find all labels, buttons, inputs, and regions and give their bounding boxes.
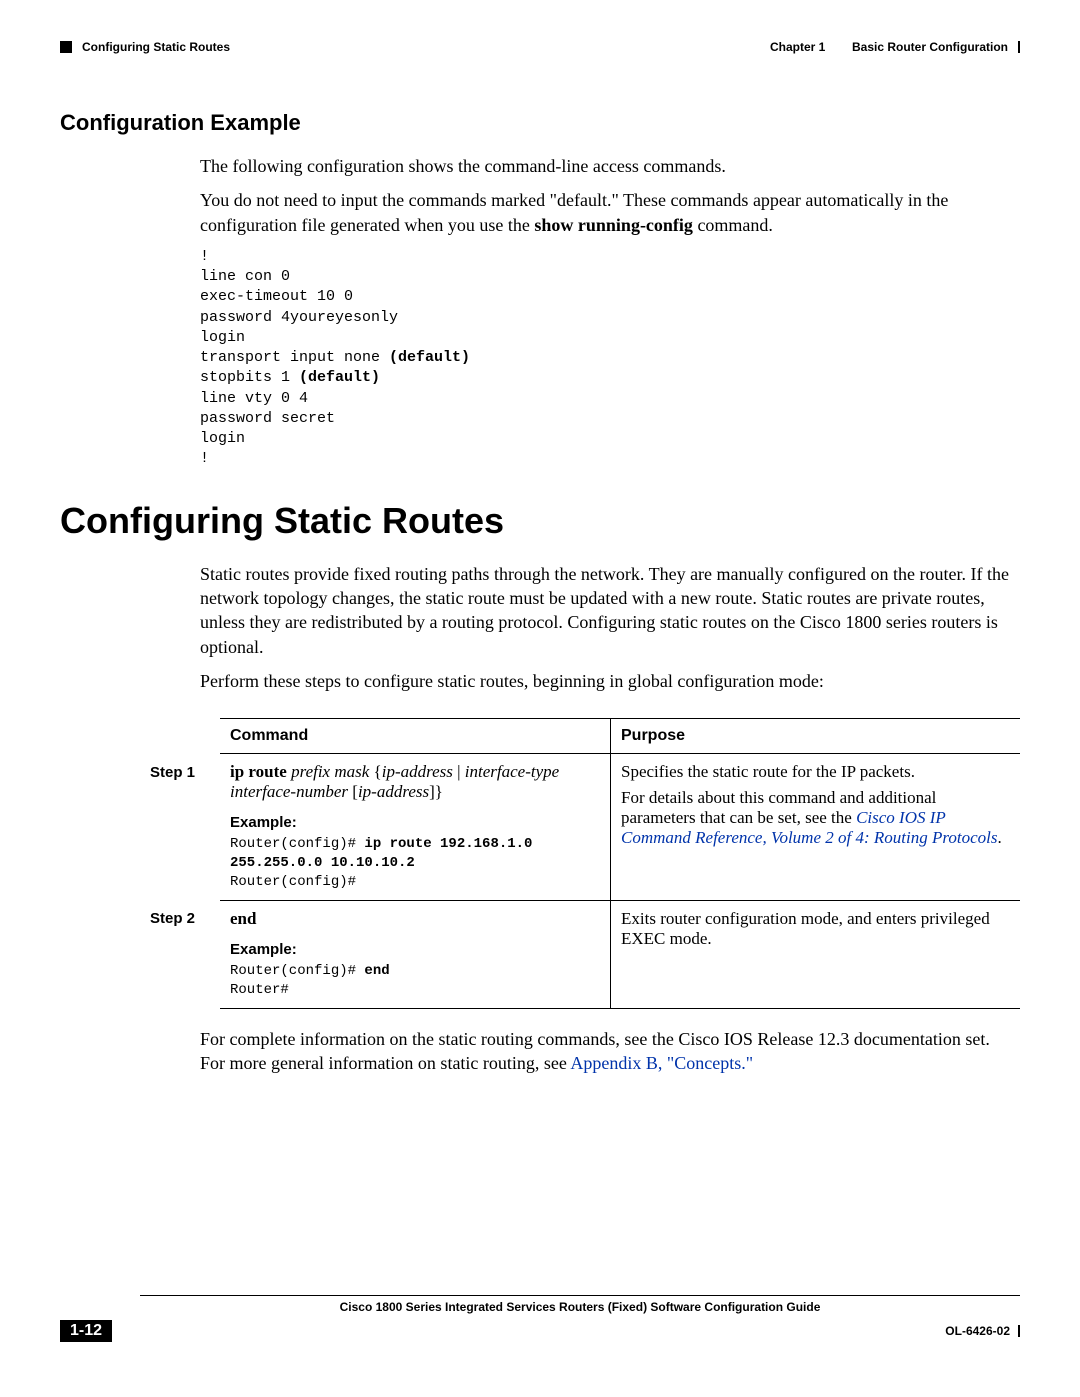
header-marker-icon <box>60 41 72 53</box>
link-appendix-b[interactable]: Appendix B, "Concepts." <box>570 1053 753 1073</box>
body-text-block: The following configuration shows the co… <box>200 154 1010 470</box>
paragraph: Perform these steps to configure static … <box>200 669 1010 693</box>
purpose-cell: Specifies the static route for the IP pa… <box>611 754 1021 901</box>
page-header: Configuring Static Routes Chapter 1 Basi… <box>60 40 1020 60</box>
steps-table: Command Purpose Step 1 ip route prefix m… <box>140 718 1020 1008</box>
section-heading-config-example: Configuration Example <box>60 110 1020 136</box>
table-row: Step 2 end Example: Router(config)# end … <box>140 900 1020 1008</box>
code-example: ! line con 0 exec-timeout 10 0 password … <box>200 247 1010 470</box>
doc-id: OL-6426-02 <box>945 1324 1010 1338</box>
header-bar-icon <box>1018 41 1020 53</box>
example-code: Router(config)# end Router# <box>230 962 600 1000</box>
header-chapter-title: Basic Router Configuration <box>852 40 1008 54</box>
body-text-block: For complete information on the static r… <box>200 1027 1010 1076</box>
paragraph: Static routes provide fixed routing path… <box>200 562 1010 659</box>
table-header-command: Command <box>220 719 611 754</box>
example-label: Example: <box>230 814 600 831</box>
example-label: Example: <box>230 941 600 958</box>
command-cell: ip route prefix mask {ip-address | inter… <box>220 754 611 901</box>
header-section: Configuring Static Routes <box>82 40 230 54</box>
paragraph: For complete information on the static r… <box>200 1027 1010 1076</box>
step-label: Step 1 <box>140 754 220 901</box>
purpose-cell: Exits router configuration mode, and ent… <box>611 900 1021 1008</box>
footer-bar-icon <box>1018 1325 1020 1337</box>
step-label: Step 2 <box>140 900 220 1008</box>
section-heading-static-routes: Configuring Static Routes <box>60 500 1020 542</box>
footer-guide-title: Cisco 1800 Series Integrated Services Ro… <box>140 1300 1020 1314</box>
table-header-purpose: Purpose <box>611 719 1021 754</box>
header-chapter-label: Chapter 1 <box>770 40 825 54</box>
paragraph: You do not need to input the commands ma… <box>200 188 1010 237</box>
paragraph: The following configuration shows the co… <box>200 154 1010 178</box>
command-cell: end Example: Router(config)# end Router# <box>220 900 611 1008</box>
page-number: 1-12 <box>60 1320 112 1342</box>
table-row: Step 1 ip route prefix mask {ip-address … <box>140 754 1020 901</box>
page-footer: Cisco 1800 Series Integrated Services Ro… <box>60 1295 1020 1342</box>
example-code: Router(config)# ip route 192.168.1.0 255… <box>230 835 600 892</box>
body-text-block: Static routes provide fixed routing path… <box>200 562 1010 693</box>
table-header-empty <box>140 719 220 754</box>
